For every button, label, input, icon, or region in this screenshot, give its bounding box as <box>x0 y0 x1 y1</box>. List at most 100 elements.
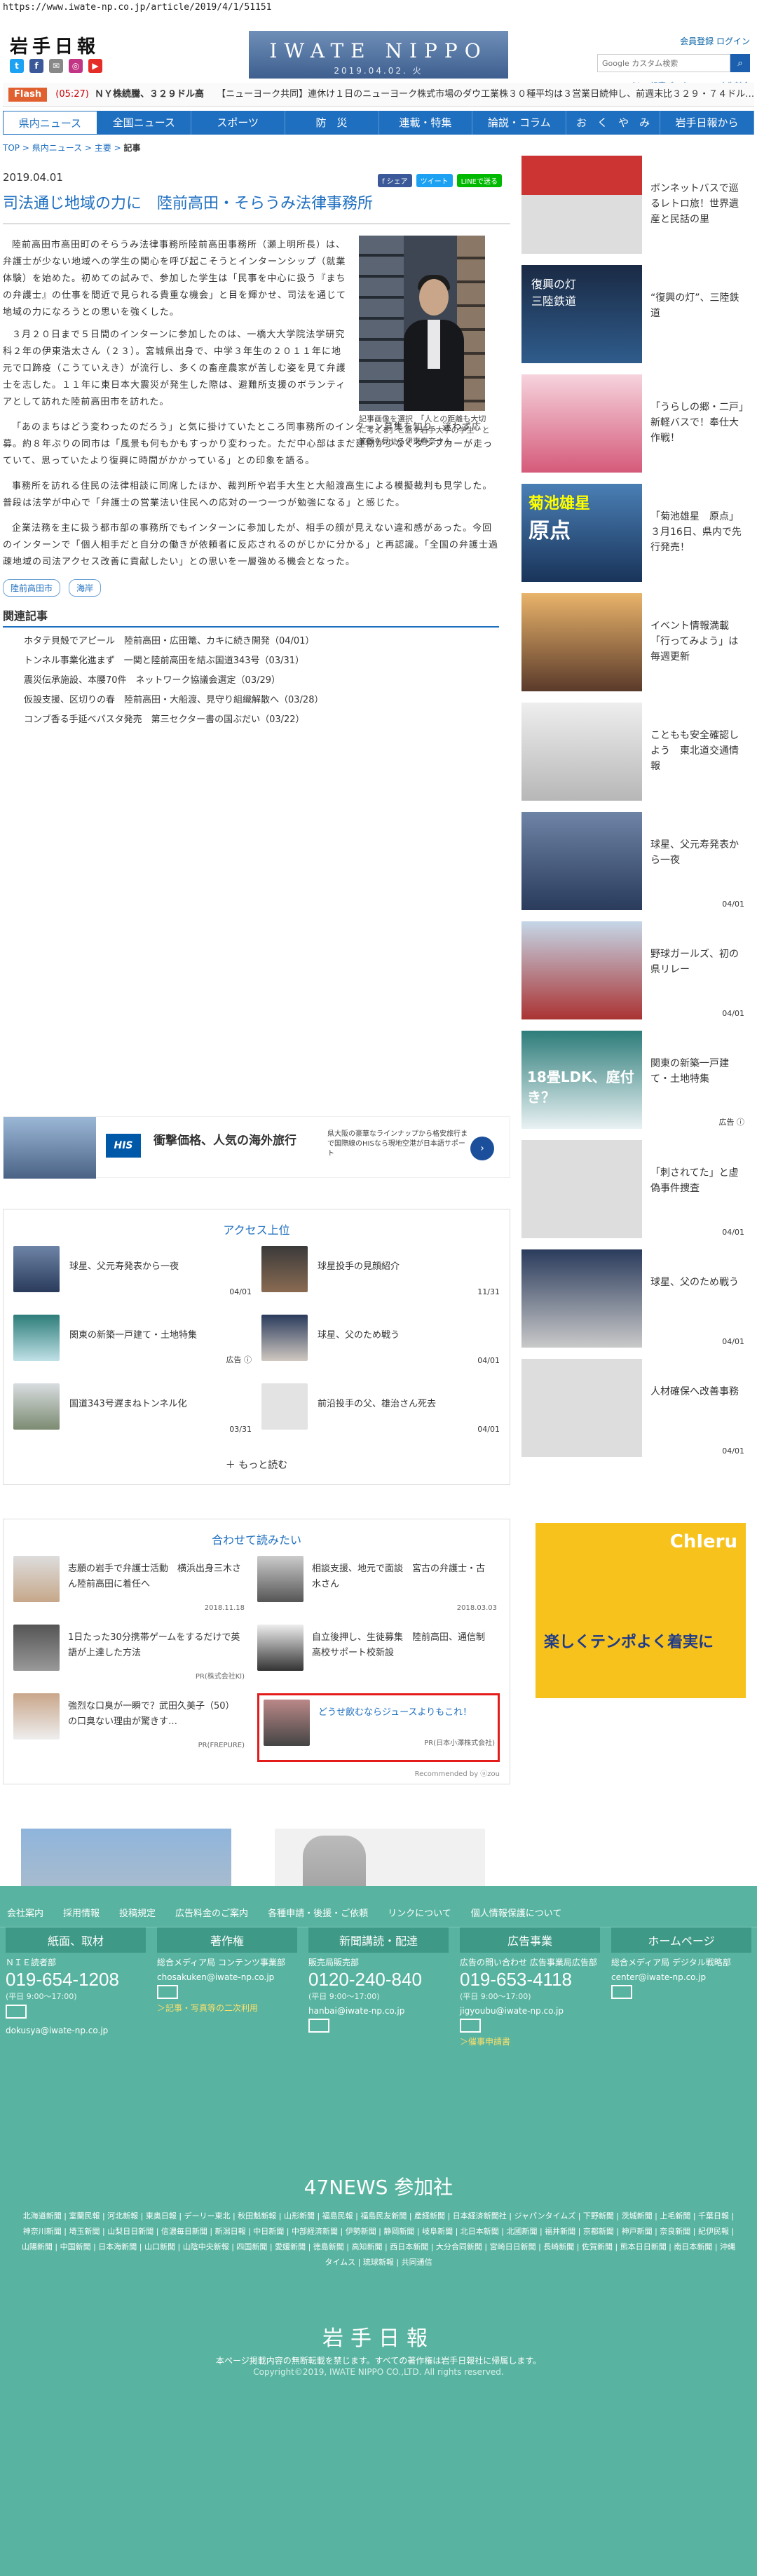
line-share-button[interactable]: LINEで送る <box>456 174 502 187</box>
footer-link[interactable]: 投稿規定 <box>119 1906 156 1919</box>
nav-sports[interactable]: スポーツ <box>191 111 285 135</box>
flash-text[interactable]: 【ニューヨーク共同】連休け１日のニューヨーク株式市場のダウ工業株３０種平均は３営… <box>217 89 754 100</box>
breadcrumb-top[interactable]: TOP <box>3 143 20 153</box>
phone-number[interactable]: 019-653-4118 <box>460 1968 600 1991</box>
sidebar-item[interactable]: 野球ガールズ、初の県リレー 04/01 <box>521 921 744 1031</box>
mail-icon[interactable] <box>157 1985 178 1999</box>
ranking-item[interactable]: 球星、父元寿発表から一夜 04/01 <box>13 1246 252 1315</box>
sidebar-item[interactable]: 「刺されてた」と虚偽事件捜査 04/01 <box>521 1140 744 1249</box>
flash-news-ticker[interactable]: Flash (05:27) ＮＹ株続騰、３２９ドル高 【ニューヨーク共同】連休け… <box>3 83 754 107</box>
plus-icon: ＋ <box>225 1460 239 1471</box>
47news-member-list[interactable]: 北海道新聞 | 室蘭民報 | 河北新報 | 東奥日報 | デーリー東北 | 秋田… <box>21 2209 736 2270</box>
mail-icon[interactable] <box>460 2019 481 2033</box>
ranking-thumb <box>13 1246 60 1292</box>
flash-headline[interactable]: ＮＹ株続騰、３２９ドル高 <box>95 89 204 100</box>
footer-link[interactable]: 会社案内 <box>7 1906 43 1919</box>
footer-link[interactable]: リンクについて <box>388 1906 451 1919</box>
sidebar-item[interactable]: 18畳LDK、庭付き？ 関東の新築一戸建て・土地特集 広告 ⓘ <box>521 1031 744 1140</box>
footer-contact-columns: 紙面、取材 ＮＩＥ読者部 019-654-1208 (平日 9:00～17:00) do… <box>0 1927 757 2047</box>
recommend-item[interactable]: 志願の岩手で弁護士活動 横浜出身三木さん陸前高田に着任へ 2018.11.18 <box>13 1556 247 1625</box>
breadcrumb-main[interactable]: 主要 <box>95 143 111 153</box>
nav-obituaries[interactable]: お く や み <box>566 111 661 135</box>
sidebar-item[interactable]: こともも安全確認しよう 東北道交通情報 <box>521 703 744 812</box>
youtube-icon[interactable]: ▶ <box>88 59 102 73</box>
instagram-icon[interactable]: ◎ <box>69 59 83 73</box>
breadcrumb-local[interactable]: 県内ニュース <box>32 143 82 153</box>
recommend-thumb <box>257 1625 304 1671</box>
ranking-item[interactable]: 国道343号遅まねトンネル化 03/31 <box>13 1383 252 1452</box>
mail-icon[interactable]: ✉ <box>49 59 63 73</box>
footer-link[interactable]: 各種申請・後援・ご依頼 <box>268 1906 368 1919</box>
his-ad-banner[interactable]: HIS 衝撃価格、人気の海外旅行 県大阪の豪華なラインナップから格安旅行まで国際… <box>3 1116 510 1179</box>
chevron-right-icon[interactable]: › <box>470 1137 494 1160</box>
sidebar-thumb <box>521 1359 642 1457</box>
article-column: 2019.04.01 f シェア ツイート LINEで送る 司法通じ地域の力に … <box>3 171 510 2004</box>
footer-col-homepage: ホームページ 総合メディア局 デジタル戦略部 center@iwate-np.co.… <box>606 1927 757 2047</box>
recommend-item[interactable]: 自立後押し、生徒募集 陸前高田、通信制高校サポート校新設 <box>257 1625 500 1693</box>
search-input[interactable] <box>597 54 730 72</box>
recommended-by[interactable]: Recommended by ⓤzou <box>4 1762 510 1784</box>
search-button[interactable]: ⌕ <box>730 54 750 72</box>
related-item[interactable]: 仮設支援、区切りの春 陸前高田・大船渡、見守り組織解散へ（03/28） <box>24 691 510 710</box>
nav-from-iwate-nippo[interactable]: 岩手日報から <box>660 111 754 135</box>
article-photo[interactable] <box>359 236 485 411</box>
nav-columns[interactable]: 論説・コラム <box>472 111 567 135</box>
sidebar-item[interactable]: イベント情報満載「行ってみよう」は毎週更新 <box>521 593 744 703</box>
sidebar-thumb <box>521 812 642 910</box>
phone-number[interactable]: 019-654-1208 <box>6 1968 146 1991</box>
ranking-item[interactable]: 関東の新築一戸建て・土地特集 広告 ⓘ <box>13 1315 252 1383</box>
ranking-item[interactable]: 球星投手の見顔紹介 11/31 <box>261 1246 500 1315</box>
banner-brand: IWATE NIPPO <box>269 39 488 62</box>
breadcrumb-current: 記事 <box>123 143 141 153</box>
flash-tag: Flash <box>8 88 48 102</box>
sidebar-item[interactable]: 復興の灯 三陸鉄道 “復興の灯”、三陸鉄道 <box>521 265 744 374</box>
related-item[interactable]: トンネル事業化進まず 一関と陸前高田を結ぶ国道343号（03/31） <box>24 651 510 671</box>
phone-number[interactable]: 0120-240-840 <box>308 1968 449 1991</box>
facebook-icon[interactable]: f <box>29 59 43 73</box>
nav-features[interactable]: 連載・特集 <box>379 111 473 135</box>
read-more-button[interactable]: ＋ もっと読む <box>4 1452 510 1484</box>
ranking-item[interactable]: 前沿投手の父、雄治さん死去 04/01 <box>261 1383 500 1452</box>
footer-link[interactable]: 広告料金のご案内 <box>175 1906 248 1919</box>
related-item[interactable]: コンブ香る手延べパスタ発売 第三セクター書の国ぶだい（03/22） <box>24 710 510 730</box>
tag-rikuzentakata[interactable]: 陸前高田市 <box>3 579 61 597</box>
article-paragraph: ３月２０日まで５日間のインターンに参加したのは、一橋大大学院法学研究科２年の伊東… <box>3 330 346 407</box>
footer-link[interactable]: 採用情報 <box>63 1906 100 1919</box>
social-links: t f ✉ ◎ ▶ <box>10 59 102 73</box>
related-item[interactable]: 震災伝承施設、本腰70件 ネットワーク協議会選定（03/29） <box>24 671 510 691</box>
tag-coast[interactable]: 海岸 <box>69 579 102 597</box>
nav-national-news[interactable]: 全国ニュース <box>97 111 191 135</box>
nav-local-news[interactable]: 県内ニュース <box>3 111 97 135</box>
related-heading: 関連記事 <box>3 606 499 628</box>
sidebar-item[interactable]: 人材確保へ改善事務 04/01 <box>521 1359 744 1468</box>
chieru-ad[interactable]: ChIeru 楽しくテンポよく着実に <box>536 1523 746 1698</box>
article-tags: 陸前高田市 海岸 <box>3 579 510 597</box>
recommend-item-highlighted[interactable]: どうせ飲むならジュースよりもこれ！ PR(日本小澤株式会社) <box>257 1693 500 1762</box>
copyright: Copyright©2019, IWATE NIPPO CO.,LTD. All… <box>253 2367 504 2377</box>
related-item[interactable]: ホタテ貝殻でアピール 陸前高田・広田篭、カキに続き開発（04/01） <box>24 632 510 651</box>
mail-icon[interactable] <box>308 2019 329 2033</box>
recommend-item[interactable]: 強烈な口臭が一瞬で？武田久美子（50）の口臭ない理由が驚きす… PR(FREPUR… <box>13 1693 247 1762</box>
sidebar-item[interactable]: ボンネットバスで巡るレトロ旅！世界遺産と民話の里 <box>521 156 744 265</box>
sidebar-thumb <box>521 593 642 691</box>
account-links[interactable]: 会員登録 ログイン <box>597 35 750 47</box>
mail-icon[interactable] <box>611 1985 632 1999</box>
footer-link[interactable]: 個人情報保護について <box>471 1906 562 1919</box>
access-heading: アクセス上位 <box>223 1223 290 1237</box>
tweet-button[interactable]: ツイート <box>416 174 453 187</box>
ranking-item[interactable]: 球星、父のため戦う 04/01 <box>261 1315 500 1383</box>
twitter-icon[interactable]: t <box>10 59 24 73</box>
article-paragraph: 事務所を訪れる住民の法律相談に同席したほか、裁判所や岩手大生と大船渡高生による模… <box>3 481 493 508</box>
sidebar-item[interactable]: 「うらしの郷・二戸」新軽バスで！奉仕大作戦！ <box>521 374 744 484</box>
article-paragraph: 陸前高田市高田町のそらうみ法律事務所陸前高田事務所（瀬上明所長）は、弁護士が少な… <box>3 240 347 318</box>
access-ranking: アクセス上位 球星、父元寿発表から一夜 04/01 球星投手の見顔紹介 11/31 … <box>3 1209 510 1485</box>
recommend-item[interactable]: 1日たった30分携帯ゲームをするだけで英語が上達した方法 PR(株式会社Kl) <box>13 1625 247 1693</box>
site-logo[interactable]: 岩手日報 <box>10 32 100 58</box>
nav-disaster[interactable]: 防 災 <box>285 111 379 135</box>
sidebar-item[interactable]: 球星、父元寿発表から一夜 04/01 <box>521 812 744 921</box>
sidebar-item[interactable]: 菊池雄星 原点 「菊池雄星 原点」３月16日、県内で先行発売！ <box>521 484 744 593</box>
recommend-item[interactable]: 相談支援、地元で面談 宮古の弁護士・古水さん 2018.03.03 <box>257 1556 500 1625</box>
mail-icon[interactable] <box>6 2005 27 2019</box>
facebook-share-button[interactable]: f シェア <box>377 174 412 187</box>
sidebar-item[interactable]: 球星、父のため戦う 04/01 <box>521 1249 744 1359</box>
